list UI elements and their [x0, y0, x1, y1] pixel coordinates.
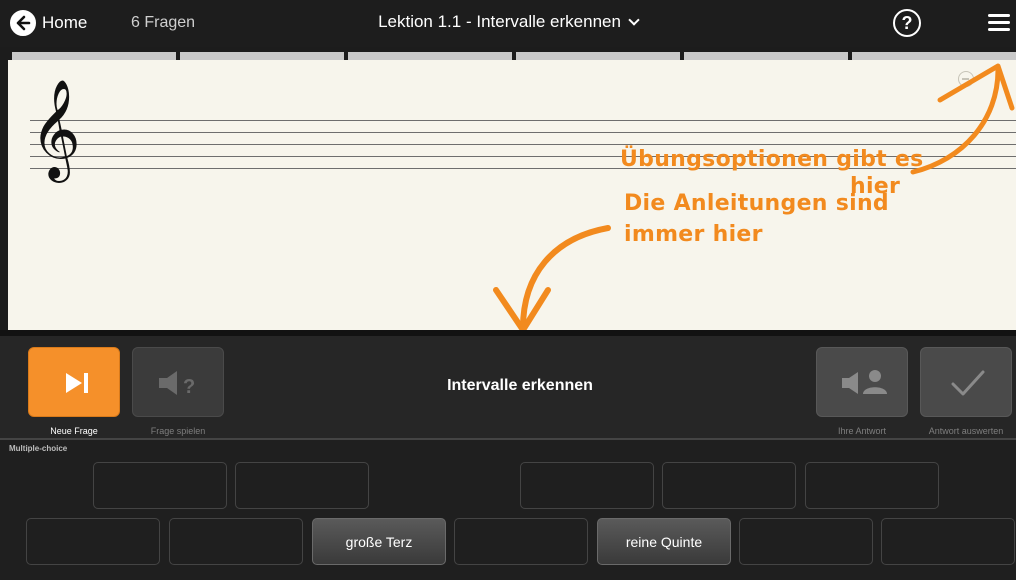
new-question-button[interactable]: [28, 347, 120, 417]
speaker-person-icon: [842, 370, 887, 394]
instructions-annotation-line1: Die Anleitungen sind: [624, 191, 889, 216]
staff-area: 𝄞 Übungsoptionen gibt es hier Die Anleit…: [8, 60, 1016, 330]
back-arrow-icon: [10, 10, 36, 36]
answer-panel: Multiple-choice große Terz reine Quinte: [0, 440, 1016, 580]
lesson-title-button[interactable]: Lektion 1.1 - Intervalle erkennen: [378, 12, 640, 31]
multiple-choice-label: Multiple-choice: [9, 444, 68, 453]
progress-segment: [684, 52, 848, 60]
answer-button-empty[interactable]: [662, 462, 796, 509]
answer-button-empty[interactable]: [881, 518, 1015, 565]
progress-segment: [516, 52, 680, 60]
answer-button-empty[interactable]: [169, 518, 303, 565]
answer-button-empty[interactable]: [93, 462, 227, 509]
options-annotation-line1: Übungsoptionen gibt es: [620, 147, 924, 172]
your-answer-button[interactable]: [816, 347, 908, 417]
answer-button-perfect-fifth[interactable]: reine Quinte: [597, 518, 731, 565]
progress-segment: [852, 52, 1016, 60]
svg-text:?: ?: [183, 376, 195, 398]
answer-button-empty[interactable]: [520, 462, 654, 509]
answer-button-empty[interactable]: [235, 462, 369, 509]
play-question-label: Frage spielen: [150, 426, 206, 436]
menu-icon[interactable]: [988, 14, 1010, 32]
answer-button-empty[interactable]: [739, 518, 873, 565]
next-icon: [66, 373, 88, 393]
evaluate-answer-button[interactable]: [920, 347, 1012, 417]
chevron-down-icon: [628, 14, 640, 26]
evaluate-answer-label: Antwort auswerten: [928, 426, 1004, 436]
answer-button-empty[interactable]: [805, 462, 939, 509]
help-icon[interactable]: ?: [893, 9, 921, 37]
home-button[interactable]: Home: [10, 10, 87, 36]
new-question-label: Neue Frage: [50, 426, 98, 436]
exercise-title: Intervalle erkennen: [447, 377, 593, 394]
answer-button-empty[interactable]: [454, 518, 588, 565]
home-label: Home: [42, 13, 88, 32]
progress-segment: [348, 52, 512, 60]
top-bar: Home 6 Fragen Lektion 1.1 - Intervalle e…: [0, 0, 1016, 47]
question-progress: [12, 52, 1016, 60]
progress-segment: [180, 52, 344, 60]
exercise-toolbar: Neue Frage ? Frage spielen Intervalle er…: [0, 336, 1016, 438]
speaker-question-icon: ?: [159, 371, 195, 398]
question-count: 6 Fragen: [131, 14, 196, 31]
instructions-annotation-line2: immer hier: [624, 222, 763, 247]
answer-button-major-third[interactable]: große Terz: [312, 518, 446, 565]
lesson-title: Lektion 1.1 - Intervalle erkennen: [378, 12, 621, 31]
play-question-button[interactable]: ?: [132, 347, 224, 417]
checkmark-icon: [951, 370, 985, 396]
progress-segment: [12, 52, 176, 60]
answer-button-empty[interactable]: [26, 518, 160, 565]
your-answer-label: Ihre Antwort: [837, 426, 887, 436]
